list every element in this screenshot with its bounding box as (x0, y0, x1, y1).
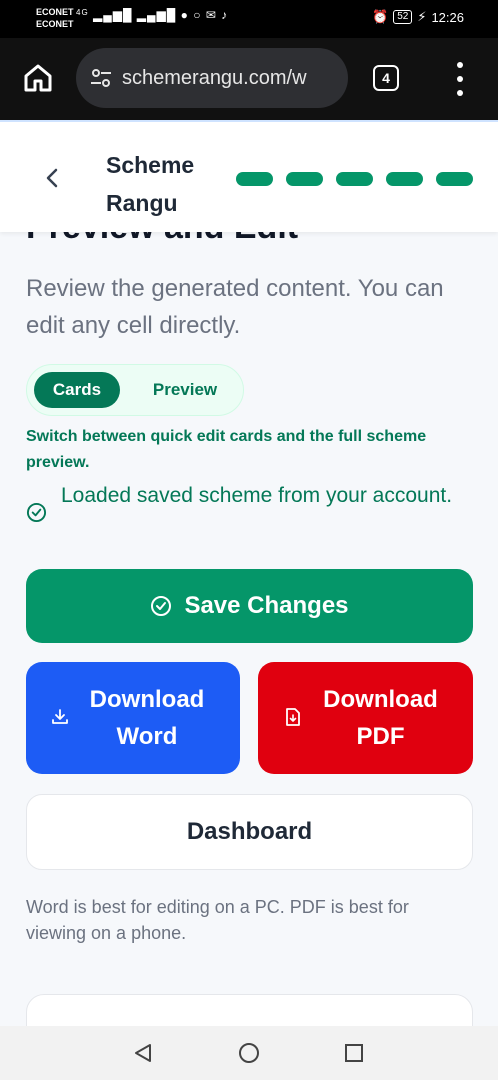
save-changes-button[interactable]: Save Changes (26, 569, 473, 643)
check-circle-icon (26, 502, 47, 523)
nav-home-icon[interactable] (238, 1042, 260, 1064)
menu-dot (457, 90, 463, 96)
back-chevron-icon (46, 168, 58, 188)
web-page: Scheme Rangu Preview and Edit Review the… (0, 120, 498, 1026)
charging-icon: ⚡ (417, 9, 427, 24)
nav-recents-icon[interactable] (344, 1043, 364, 1063)
carrier-2: ECONET (36, 19, 74, 29)
status-message-text: Loaded saved scheme from your account. (61, 484, 453, 507)
url-text[interactable]: schemerangu.com/w (122, 67, 307, 90)
tab-preview[interactable]: Preview (135, 372, 235, 408)
dashboard-label: Dashboard (186, 818, 313, 845)
progress-step (336, 172, 373, 186)
view-toggle: Cards Preview (26, 364, 244, 416)
download-pdf-button[interactable]: Download PDF (258, 662, 473, 774)
carrier-1: ECONET (36, 7, 74, 17)
status-icons: 4G ▂▄▆█ ▂▄▆█ ● ○ ✉ ♪ (76, 8, 228, 22)
progress-steps (236, 172, 473, 186)
network-type: 4G (76, 8, 89, 17)
download-icon (52, 709, 68, 724)
home-icon (24, 64, 52, 92)
app-header: Scheme Rangu (0, 120, 498, 232)
download-footnote: Word is best for editing on a PC. PDF is… (26, 897, 409, 943)
download-pdf-label: Download PDF (323, 686, 438, 750)
alarm-icon: ⏰ (372, 9, 389, 24)
carrier-labels: ECONET ECONET (36, 6, 74, 30)
menu-dot (457, 62, 463, 68)
signal-icon: ▂▄▆█ ▂▄▆█ ● ○ ✉ ♪ (93, 8, 229, 22)
nav-back-icon[interactable] (132, 1042, 154, 1064)
content-card[interactable] (26, 994, 473, 1026)
status-right: ⏰ 52 ⚡ 12:26 (372, 9, 464, 25)
download-word-button[interactable]: Download Word (26, 662, 240, 774)
progress-step (236, 172, 273, 186)
browser-home-button[interactable] (22, 62, 54, 94)
tune-icon[interactable] (90, 68, 112, 88)
dashboard-button[interactable]: Dashboard (26, 794, 473, 870)
clock: 12:26 (431, 9, 464, 25)
address-bar[interactable]: schemerangu.com/w (76, 48, 348, 108)
brand-title[interactable]: Scheme Rangu (106, 146, 216, 222)
progress-step (436, 172, 473, 186)
browser-menu-button[interactable] (452, 62, 468, 96)
progress-step (386, 172, 423, 186)
save-changes-label: Save Changes (184, 592, 349, 619)
back-button[interactable] (42, 166, 64, 190)
toggle-hint: Switch between quick edit cards and the … (26, 428, 427, 471)
download-word-label: Download Word (89, 686, 205, 750)
page-subtitle: Review the generated content. You can ed… (26, 275, 444, 339)
menu-dot (457, 76, 463, 82)
browser-toolbar: schemerangu.com/w 4 (0, 38, 498, 120)
check-circle-icon (151, 596, 172, 616)
progress-step (286, 172, 323, 186)
system-nav-bar (0, 1026, 498, 1080)
tab-switcher-button[interactable]: 4 (373, 65, 399, 91)
pdf-file-icon (286, 708, 300, 726)
status-bar: ECONET ECONET 4G ▂▄▆█ ▂▄▆█ ● ○ ✉ ♪ ⏰ 52 … (0, 0, 498, 38)
tab-cards[interactable]: Cards (34, 372, 120, 408)
battery-indicator: 52 (393, 10, 413, 24)
